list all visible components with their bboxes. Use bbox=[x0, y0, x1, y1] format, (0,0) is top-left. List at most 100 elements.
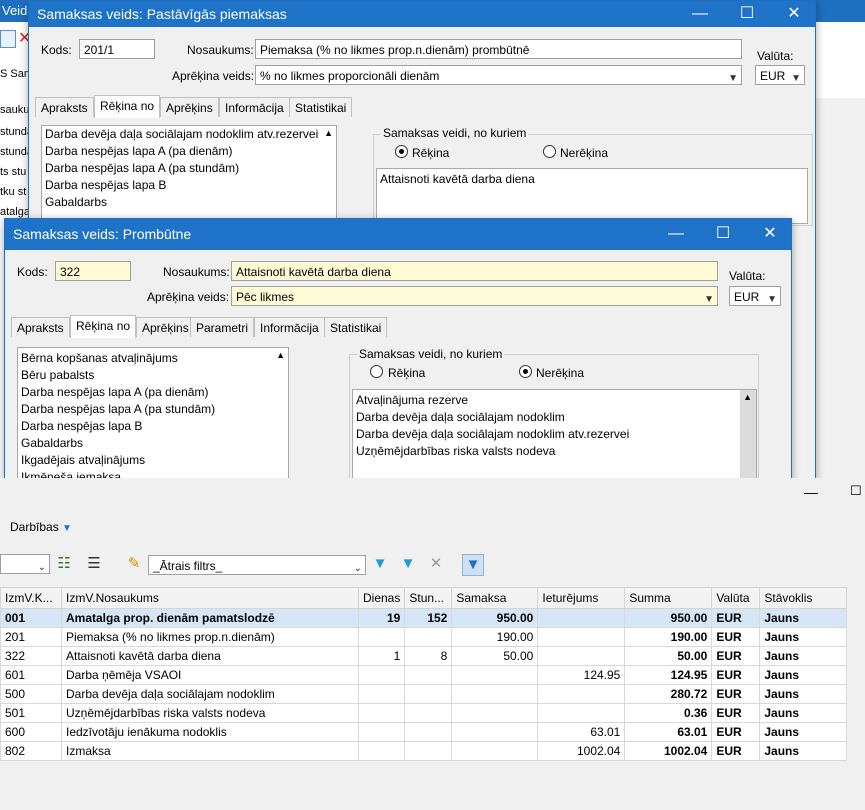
table-row[interactable]: 201 Piemaksa (% no likmes prop.n.dienām)… bbox=[0, 627, 848, 647]
list-item[interactable]: Ikgadējais atvaļinājums bbox=[18, 452, 288, 469]
cell-stavoklis: Jauns bbox=[759, 665, 848, 685]
valuta-select[interactable]: EUR ▼ bbox=[729, 286, 781, 306]
cell-ieturejums: 1002.04 bbox=[537, 741, 626, 761]
kods-field[interactable]: 201/1 bbox=[79, 39, 155, 59]
cell-ieturejums bbox=[537, 608, 626, 628]
tab-informacija[interactable]: Informācija bbox=[219, 97, 290, 117]
cell-name: Uzņēmējdarbības riska valsts nodeva bbox=[61, 703, 359, 723]
table-row[interactable]: 322 Attaisnoti kavētā darba diena 1 8 50… bbox=[0, 646, 848, 666]
list-item[interactable]: Gabaldarbs bbox=[42, 194, 336, 211]
col-header[interactable]: Dienas bbox=[357, 587, 406, 609]
table-row[interactable]: 802 Izmaksa 1002.04 1002.04 EUR Jauns bbox=[0, 741, 848, 761]
col-header[interactable]: Stun... bbox=[404, 587, 453, 609]
tab-apraksts[interactable]: Apraksts bbox=[11, 317, 70, 337]
tab-statistikai[interactable]: Statistikai bbox=[324, 317, 388, 337]
nerekina-radio-label: Nerēķina bbox=[536, 366, 585, 380]
list-item[interactable]: Darba nespējas lapa B bbox=[42, 177, 336, 194]
nosaukums-label: Nosaukums: bbox=[187, 43, 254, 57]
list-item[interactable]: Darba nespējas lapa A (pa stundām) bbox=[42, 160, 336, 177]
tab-informacija[interactable]: Informācija bbox=[254, 317, 325, 337]
list-item[interactable]: Darba devēja daļa sociālajam nodoklim at… bbox=[353, 426, 756, 443]
minimize-icon[interactable]: — bbox=[689, 4, 711, 24]
list-item[interactable]: Darba devēja daļa sociālajam nodoklim bbox=[353, 409, 756, 426]
clear-filter-icon[interactable]: ✕ bbox=[426, 554, 446, 574]
add-rows-icon[interactable]: ☷ bbox=[54, 554, 74, 574]
add-filter-icon[interactable]: ▼ bbox=[370, 554, 390, 574]
maximize-icon[interactable]: ☐ bbox=[850, 483, 862, 499]
maximize-icon[interactable]: ☐ bbox=[712, 224, 734, 244]
rekina-radio[interactable] bbox=[395, 145, 408, 158]
scroll-up-icon[interactable]: ▲ bbox=[324, 128, 333, 138]
darbibas-menu[interactable]: Darbības ▼ bbox=[10, 520, 72, 534]
aprekina-veids-label: Aprēķina veids: bbox=[172, 69, 255, 83]
scroll-up-icon[interactable]: ▲ bbox=[743, 392, 752, 402]
aprekina-veids-select[interactable]: Pēc likmes ▼ bbox=[231, 286, 718, 306]
aprekina-veids-value: % no likmes proporcionāli dienām bbox=[260, 69, 440, 83]
list-item[interactable]: Uzņēmējdarbības riska valsts nodeva bbox=[353, 443, 756, 460]
cell-hours: 152 bbox=[404, 608, 453, 628]
tab-rekina-no[interactable]: Rēķina no bbox=[94, 95, 161, 118]
source-list[interactable]: Bērna kopšanas atvaļinājums Bēru pabalst… bbox=[17, 347, 289, 483]
tab-rekina-no[interactable]: Rēķina no bbox=[70, 315, 137, 338]
scrollbar[interactable] bbox=[740, 390, 756, 482]
selected-list[interactable]: Atvaļinājuma rezerve Darba devēja daļa s… bbox=[352, 389, 757, 483]
col-header[interactable]: Summa bbox=[624, 587, 713, 609]
list-item[interactable]: Darba nespējas lapa A (pa stundām) bbox=[18, 401, 288, 418]
list-item[interactable]: Darba nespējas lapa B bbox=[18, 418, 288, 435]
chevron-down-icon: ▼ bbox=[704, 294, 714, 305]
nerekina-radio[interactable] bbox=[519, 365, 532, 378]
list-item[interactable]: Bēru pabalsts bbox=[18, 367, 288, 384]
cell-stavoklis: Jauns bbox=[759, 608, 848, 628]
table-row[interactable]: 601 Darba ņēmēja VSAOI 124.95 124.95 EUR… bbox=[0, 665, 848, 685]
close-icon[interactable]: ✕ bbox=[783, 4, 805, 24]
list-item[interactable]: Darba devēja daļa sociālajam nodoklim at… bbox=[42, 126, 336, 143]
filter-edit-icon[interactable]: ✎ bbox=[124, 554, 144, 574]
nosaukums-field[interactable]: Attaisnoti kavētā darba diena bbox=[231, 261, 718, 281]
filter-icon[interactable]: ▼ bbox=[398, 554, 418, 574]
col-header[interactable]: Samaksa bbox=[451, 587, 539, 609]
col-header[interactable]: Stāvoklis bbox=[759, 587, 848, 609]
list-item[interactable]: Darba nespējas lapa A (pa dienām) bbox=[18, 384, 288, 401]
tab-aprekins[interactable]: Aprēķins bbox=[136, 317, 195, 337]
list-item[interactable]: Darba nespējas lapa A (pa dienām) bbox=[42, 143, 336, 160]
list-item[interactable]: Attaisnoti kavētā darba diena bbox=[377, 171, 807, 188]
table-row[interactable]: 500 Darba devēja daļa sociālajam nodokli… bbox=[0, 684, 848, 704]
minimize-icon[interactable]: — bbox=[665, 224, 687, 244]
list-item[interactable]: Gabaldarbs bbox=[18, 435, 288, 452]
cell-valuta: EUR bbox=[711, 665, 761, 685]
table-row[interactable]: 501 Uzņēmējdarbības riska valsts nodeva … bbox=[0, 703, 848, 723]
rekina-radio[interactable] bbox=[370, 365, 383, 378]
valuta-select[interactable]: EUR ▼ bbox=[755, 65, 805, 85]
tab-aprekins[interactable]: Aprēķins bbox=[160, 97, 219, 117]
minimize-icon[interactable]: — bbox=[804, 484, 818, 500]
list-item[interactable]: Bērna kopšanas atvaļinājums bbox=[18, 350, 288, 367]
aprekina-veids-select[interactable]: % no likmes proporcionāli dienām ▼ bbox=[255, 65, 742, 85]
list-icon[interactable]: ☰ bbox=[84, 554, 104, 574]
col-header[interactable]: IzmV.K... bbox=[0, 587, 62, 609]
kods-field[interactable]: 322 bbox=[55, 261, 131, 281]
close-icon[interactable]: ✕ bbox=[759, 224, 781, 244]
tab-apraksts[interactable]: Apraksts bbox=[35, 97, 94, 117]
col-header[interactable]: Valūta bbox=[711, 587, 761, 609]
list-item[interactable]: Atvaļinājuma rezerve bbox=[353, 392, 756, 409]
quick-filter-select[interactable]: _Ātrais filtrs_ ⌄ bbox=[148, 555, 366, 575]
table-row[interactable]: 001 Amatalga prop. dienām pamatslodzē 19… bbox=[0, 608, 848, 628]
table-row[interactable]: 600 Iedzīvotāju ienākuma nodoklis 63.01 … bbox=[0, 722, 848, 742]
selected-list[interactable]: Attaisnoti kavētā darba diena bbox=[376, 168, 808, 224]
nerekina-radio[interactable] bbox=[543, 145, 556, 158]
col-header[interactable]: IzmV.Nosaukums bbox=[61, 587, 359, 609]
tab-parametri[interactable]: Parametri bbox=[190, 317, 255, 337]
tab-statistikai[interactable]: Statistikai bbox=[289, 97, 353, 117]
col-header[interactable]: Ieturējums bbox=[537, 587, 626, 609]
source-list[interactable]: Darba devēja daļa sociālajam nodoklim at… bbox=[41, 125, 337, 223]
view-select[interactable]: ⌄ bbox=[0, 554, 50, 574]
cell-stavoklis: Jauns bbox=[759, 722, 848, 742]
maximize-icon[interactable]: ☐ bbox=[736, 4, 758, 24]
cell-hours: 8 bbox=[404, 646, 453, 666]
toggle-filter-icon[interactable]: ▼ bbox=[462, 554, 484, 576]
document-icon[interactable] bbox=[0, 30, 16, 48]
nosaukums-field[interactable]: Piemaksa (% no likmes prop.n.dienām) pro… bbox=[255, 39, 742, 59]
cell-hours bbox=[404, 741, 453, 761]
cell-summa: 0.36 bbox=[624, 703, 713, 723]
scroll-up-icon[interactable]: ▲ bbox=[276, 350, 285, 360]
